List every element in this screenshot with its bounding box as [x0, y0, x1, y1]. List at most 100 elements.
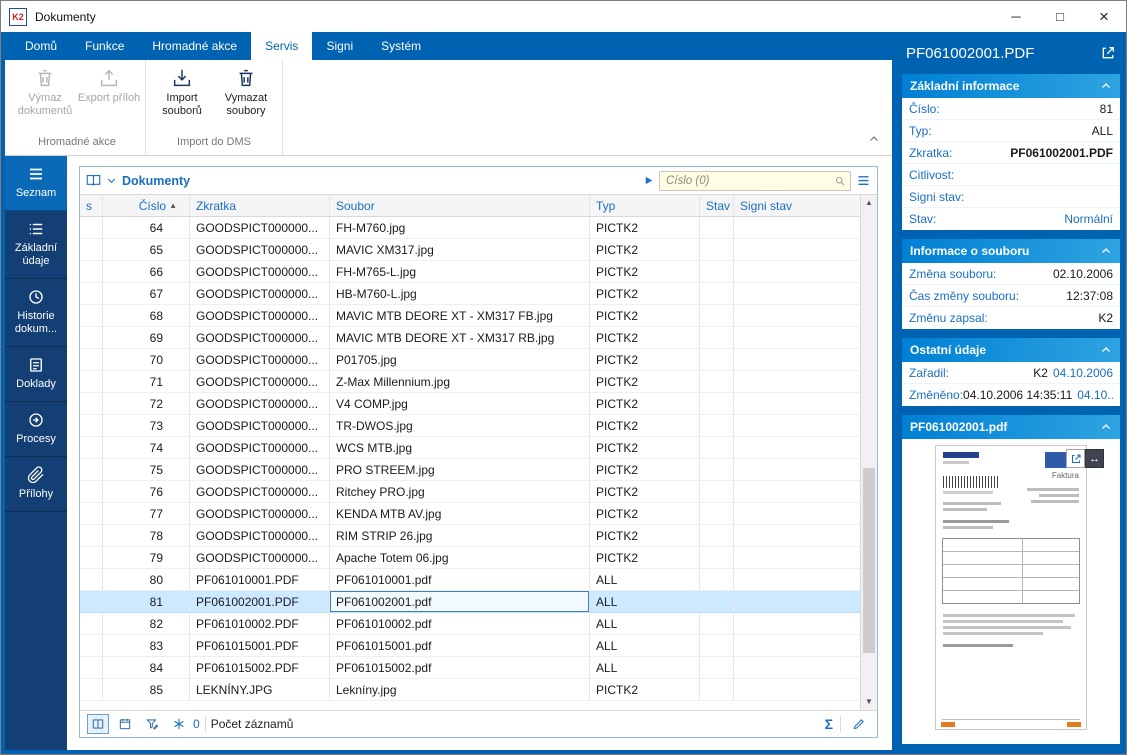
field-link[interactable]: 04.10... [1077, 388, 1113, 402]
table-row[interactable]: 82PF061010002.PDFPF061010002.pdfALL [80, 613, 860, 635]
collapse-ribbon-icon[interactable] [868, 132, 880, 150]
cell: FH-M765-L.jpg [330, 261, 590, 282]
field-link[interactable]: Normální [1064, 212, 1113, 226]
table-row[interactable]: 84PF061015002.PDFPF061015002.pdfALL [80, 657, 860, 679]
minimize-button[interactable]: ─ [994, 1, 1038, 32]
scroll-up-icon[interactable]: ▲ [865, 198, 873, 208]
sidebar-item-z-kladn-daje[interactable]: Základní údaje [5, 211, 67, 279]
doc-line [943, 614, 1075, 617]
table-row[interactable]: 81PF061002001.PDFPF061002001.pdfALL [80, 591, 860, 613]
sidebar-item-historie-dokum[interactable]: Historie dokum... [5, 279, 67, 347]
open-preview-external-icon[interactable] [1066, 449, 1085, 468]
ribbon-tab-signi[interactable]: Signi [312, 32, 367, 60]
cell [80, 613, 103, 634]
doc-orange-mark [1067, 722, 1081, 727]
table-row[interactable]: 69GOODSPICT000000...MAVIC MTB DEORE XT -… [80, 327, 860, 349]
column-header-stav[interactable]: Stav [700, 195, 734, 216]
cell: GOODSPICT000000... [190, 415, 330, 436]
scrollbar-thumb[interactable] [863, 468, 875, 653]
doc-line [943, 644, 1013, 647]
ribbon-group-hromadn-akce: Výmaz dokumentůExport přílohHromadné akc… [9, 60, 146, 155]
filter-edit-button[interactable] [141, 714, 163, 734]
column-header-typ[interactable]: Typ [590, 195, 700, 216]
section-header[interactable]: PF061002001.pdf [902, 415, 1120, 439]
edit-pencil-button[interactable] [848, 714, 870, 734]
chevron-down-icon[interactable] [106, 175, 117, 186]
table-row[interactable]: 78GOODSPICT000000...RIM STRIP 26.jpgPICT… [80, 525, 860, 547]
table-row[interactable]: 72GOODSPICT000000...V4 COMP.jpgPICTK2 [80, 393, 860, 415]
field-label: Číslo: [909, 102, 940, 116]
table-row[interactable]: 68GOODSPICT000000...MAVIC MTB DEORE XT -… [80, 305, 860, 327]
scroll-down-icon[interactable]: ▼ [865, 697, 873, 707]
ribbon-tab-servis[interactable]: Servis [251, 32, 312, 60]
table-row[interactable]: 77GOODSPICT000000...KENDA MTB AV.jpgPICT… [80, 503, 860, 525]
sidebar-item-seznam[interactable]: Seznam [5, 156, 67, 211]
form-view-button[interactable] [114, 714, 136, 734]
ribbon-tab-funkce[interactable]: Funkce [71, 32, 138, 60]
cell: MAVIC XM317.jpg [330, 239, 590, 260]
chevron-up-icon[interactable] [1100, 344, 1112, 356]
column-header-slo[interactable]: Číslo▲ [103, 195, 190, 216]
section-header[interactable]: Základní informace [902, 74, 1120, 98]
freeze-icon[interactable] [168, 714, 190, 734]
ribbon-button-import-soubor[interactable]: Import souborů [150, 63, 214, 118]
table-row[interactable]: 76GOODSPICT000000...Ritchey PRO.jpgPICTK… [80, 481, 860, 503]
cell [700, 503, 734, 524]
open-external-icon[interactable] [1100, 45, 1116, 61]
section-header[interactable]: Informace o souboru [902, 239, 1120, 263]
table-row[interactable]: 79GOODSPICT000000...Apache Totem 06.jpgP… [80, 547, 860, 569]
table-row[interactable]: 66GOODSPICT000000...FH-M765-L.jpgPICTK2 [80, 261, 860, 283]
table-row[interactable]: 85LEKNÍNY.JPGLekníny.jpgPICTK2 [80, 679, 860, 701]
table-row[interactable]: 67GOODSPICT000000...HB-M760-L.jpgPICTK2 [80, 283, 860, 305]
cell: GOODSPICT000000... [190, 503, 330, 524]
table-menu-icon[interactable] [856, 173, 871, 188]
cell: ALL [590, 591, 700, 612]
cell [700, 613, 734, 634]
cell: PF061002001.pdf [330, 591, 590, 612]
book-open-icon[interactable] [86, 173, 101, 188]
column-header-soubor[interactable]: Soubor [330, 195, 590, 216]
cell: 85 [103, 679, 190, 700]
ribbon-button-vymazat-soubory[interactable]: Vymazat soubory [214, 63, 278, 118]
table-row[interactable]: 74GOODSPICT000000...WCS MTB.jpgPICTK2 [80, 437, 860, 459]
vertical-scrollbar[interactable]: ▲ ▼ [860, 195, 877, 710]
section-header[interactable]: Ostatní údaje [902, 338, 1120, 362]
column-filter-input[interactable] [666, 175, 834, 187]
table-row[interactable]: 73GOODSPICT000000...TR-DWOS.jpgPICTK2 [80, 415, 860, 437]
table-row[interactable]: 83PF061015001.PDFPF061015001.pdfALL [80, 635, 860, 657]
table-row[interactable]: 71GOODSPICT000000...Z-Max Millennium.jpg… [80, 371, 860, 393]
ribbon-tab-hromadn-akce[interactable]: Hromadné akce [138, 32, 251, 60]
table-row[interactable]: 64GOODSPICT000000...FH-M760.jpgPICTK2 [80, 217, 860, 239]
cell: WCS MTB.jpg [330, 437, 590, 458]
cell [700, 635, 734, 656]
sidebar-item-procesy[interactable]: Procesy [5, 402, 67, 457]
sidebar-item-doklady[interactable]: Doklady [5, 347, 67, 402]
chevron-up-icon[interactable] [1100, 421, 1112, 433]
play-icon[interactable] [643, 175, 654, 186]
columns-view-button[interactable] [87, 714, 109, 734]
column-header-signi-stav[interactable]: Signi stav [734, 195, 860, 216]
ribbon-tab-syst-m[interactable]: Systém [367, 32, 435, 60]
doc-line [1031, 500, 1079, 503]
column-header-s[interactable]: s [80, 195, 103, 216]
pdf-page-thumbnail[interactable]: Faktura [935, 445, 1087, 730]
sum-button[interactable]: Σ [825, 716, 833, 732]
field-value: 81 [1100, 102, 1113, 116]
table-row[interactable]: 80PF061010001.PDFPF061010001.pdfALL [80, 569, 860, 591]
chevron-up-icon[interactable] [1100, 80, 1112, 92]
close-button[interactable]: × [1082, 1, 1126, 32]
chevron-up-icon[interactable] [1100, 245, 1112, 257]
sidebar-item-p-lohy[interactable]: Přílohy [5, 457, 67, 512]
maximize-button[interactable]: □ [1038, 1, 1082, 32]
fit-width-icon[interactable]: ↔ [1085, 449, 1104, 468]
field-link[interactable]: 04.10.2006 [1053, 366, 1113, 380]
table-row[interactable]: 75GOODSPICT000000...PRO STREEM.jpgPICTK2 [80, 459, 860, 481]
table-row[interactable]: 65GOODSPICT000000...MAVIC XM317.jpgPICTK… [80, 239, 860, 261]
cell: PICTK2 [590, 239, 700, 260]
cell [734, 261, 860, 282]
ribbon-tab-dom[interactable]: Domů [11, 32, 71, 60]
field-label: Citlivost: [909, 168, 954, 182]
ribbon-button-label: Export příloh [78, 92, 140, 105]
column-header-zkratka[interactable]: Zkratka [190, 195, 330, 216]
table-row[interactable]: 70GOODSPICT000000...P01705.jpgPICTK2 [80, 349, 860, 371]
